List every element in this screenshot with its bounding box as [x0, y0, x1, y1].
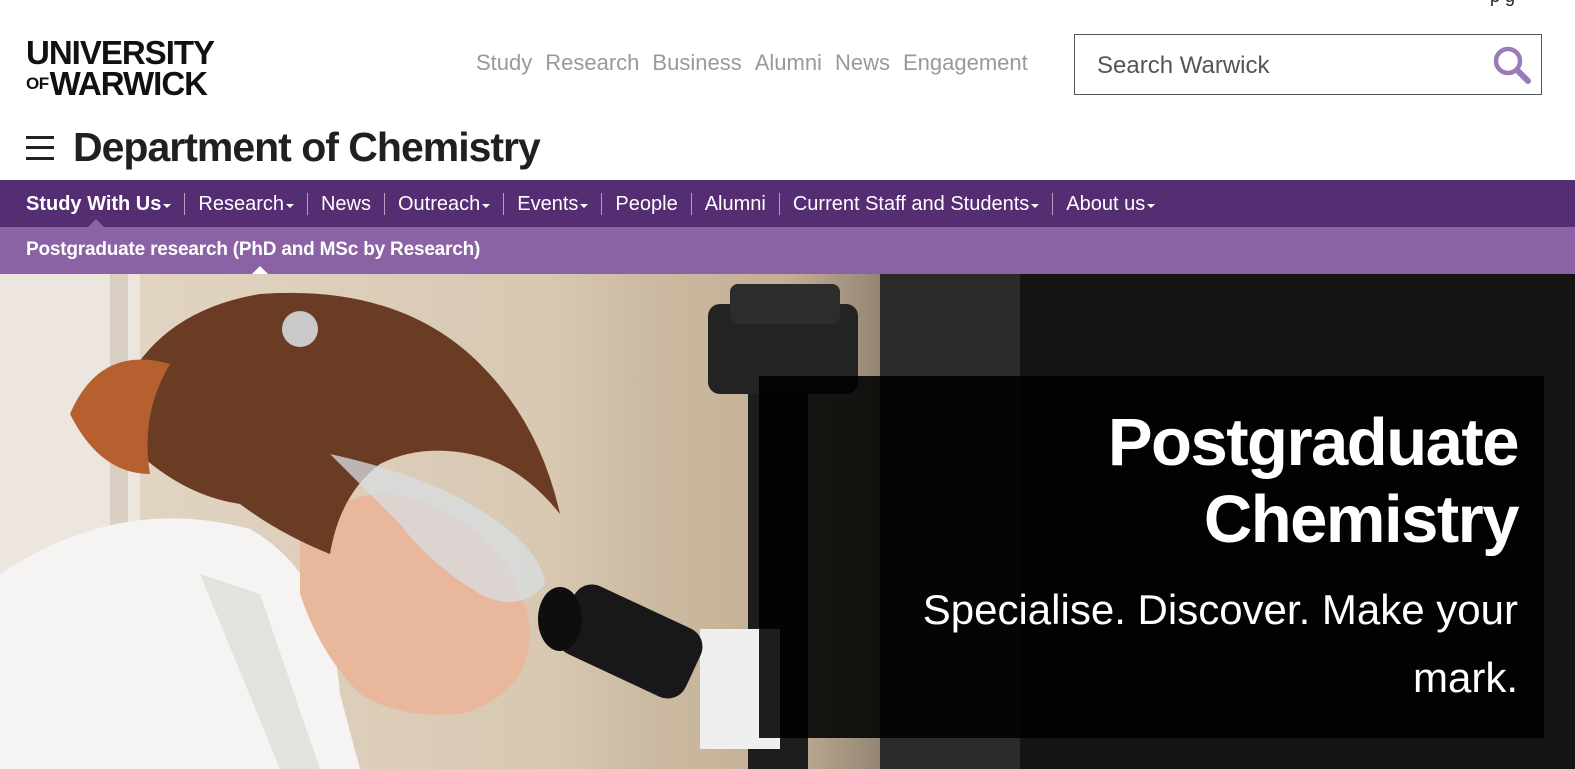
hero-title-line1: Postgraduate: [1107, 405, 1520, 480]
global-nav-study[interactable]: Study: [476, 50, 532, 76]
logo-line-warwick: OFWARWICK: [26, 67, 236, 100]
nav-label: Alumni: [704, 192, 766, 215]
nav-label: Current Staff and Students: [792, 192, 1030, 215]
global-nav-business[interactable]: Business: [652, 50, 741, 76]
nav-news[interactable]: News: [306, 192, 384, 215]
nav-alumni[interactable]: Alumni: [690, 192, 779, 215]
utility-links-partial: p g: [1490, 0, 1515, 7]
nav-people[interactable]: People: [601, 192, 690, 215]
caret-down-icon: [482, 203, 491, 208]
caret-down-icon: [285, 203, 294, 208]
search-input[interactable]: [1095, 47, 1479, 85]
logo-of: OF: [26, 73, 49, 93]
hero-title: Postgraduate Chemistry: [759, 404, 1520, 558]
global-nav: Study Research Business Alumni News Enga…: [476, 50, 1041, 76]
nav-outreach[interactable]: Outreach: [384, 192, 503, 215]
nav-research[interactable]: Research: [184, 192, 307, 215]
search-box: [1074, 34, 1542, 95]
search-icon: [1493, 46, 1531, 84]
hero-subtitle: Specialise. Discover. Make your mark.: [922, 586, 1518, 701]
logo-line-university: UNIVERSITY: [26, 34, 215, 71]
nav-label: Research: [198, 192, 284, 215]
caret-down-icon: [1147, 203, 1156, 208]
hamburger-icon[interactable]: [26, 135, 54, 160]
nav-study-with-us[interactable]: Study With Us: [0, 193, 184, 215]
caret-down-icon: [580, 203, 589, 208]
secondary-nav: Postgraduate research (PhD and MSc by Re…: [0, 227, 1575, 274]
active-nav-indicator: [88, 219, 104, 227]
nav-postgraduate-research[interactable]: Postgraduate research (PhD and MSc by Re…: [26, 239, 480, 261]
department-title[interactable]: Department of Chemistry: [73, 124, 541, 171]
global-nav-alumni[interactable]: Alumni: [755, 50, 822, 76]
university-logo[interactable]: UNIVERSITY OFWARWICK: [26, 34, 236, 100]
search-button[interactable]: [1491, 44, 1533, 86]
caret-down-icon: [163, 203, 172, 208]
nav-current-staff-and-students[interactable]: Current Staff and Students: [778, 192, 1052, 215]
global-nav-news[interactable]: News: [835, 50, 890, 76]
logo-warwick: WARWICK: [49, 64, 208, 102]
nav-events[interactable]: Events: [503, 192, 601, 215]
nav-about-us[interactable]: About us: [1052, 192, 1168, 215]
hero-title-line2: Chemistry: [1203, 482, 1520, 557]
global-nav-engagement[interactable]: Engagement: [903, 50, 1028, 76]
nav-label: News: [320, 192, 371, 215]
nav-label: Events: [517, 192, 579, 215]
active-subnav-indicator: [252, 266, 268, 274]
nav-label: Study With Us: [26, 192, 162, 215]
nav-label: People: [615, 192, 678, 215]
department-header: Department of Chemistry: [26, 124, 541, 171]
caret-down-icon: [1031, 203, 1040, 208]
nav-label: Outreach: [398, 192, 481, 215]
hero-banner: Postgraduate Chemistry Specialise. Disco…: [0, 274, 1575, 769]
primary-nav: Study With Us Research News Outreach Eve…: [0, 180, 1575, 227]
global-nav-research[interactable]: Research: [545, 50, 639, 76]
nav-label: About us: [1066, 192, 1146, 215]
masthead: p g UNIVERSITY OFWARWICK Study Research …: [0, 0, 1575, 180]
hero-text-panel: Postgraduate Chemistry Specialise. Disco…: [759, 376, 1544, 738]
